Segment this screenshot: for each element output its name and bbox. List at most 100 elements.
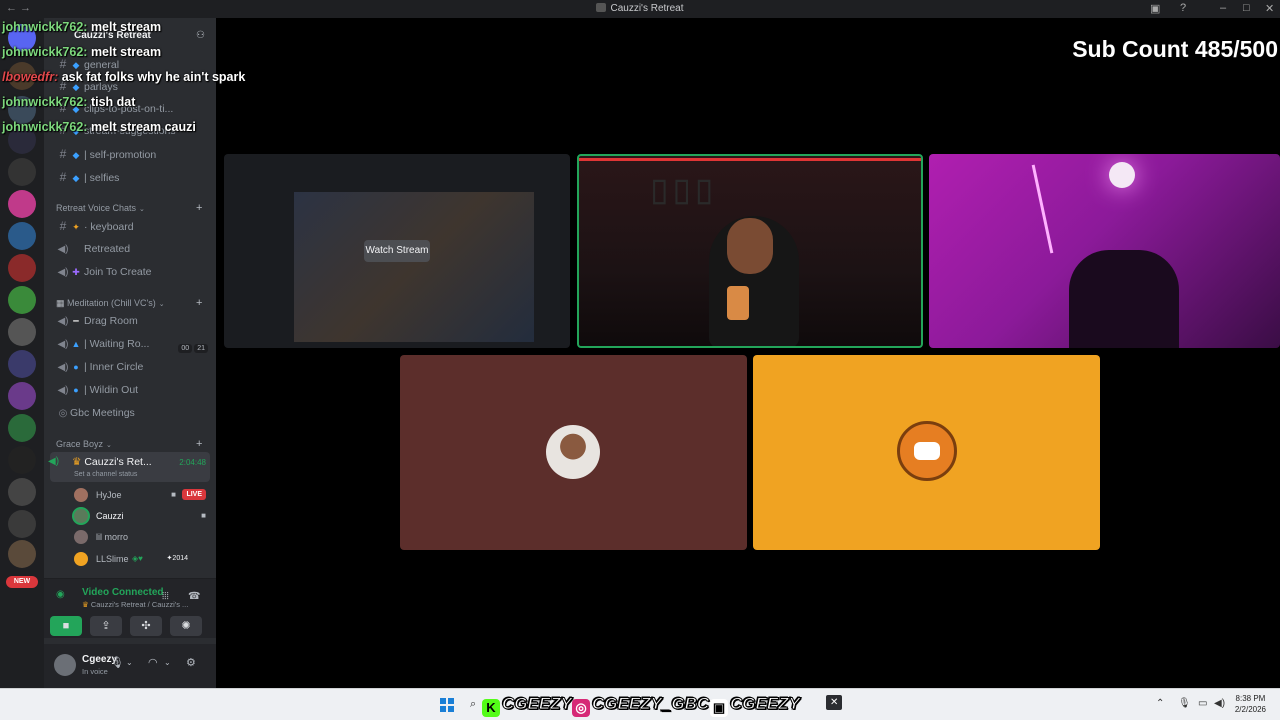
live-badge: LIVE [182, 489, 206, 500]
server-icon[interactable] [8, 478, 36, 506]
user-panel: Cgeezy In voice 🎙 ⌄ ◠ ⌄ ⚙ [44, 644, 216, 688]
display-icon[interactable]: ▭ [1198, 698, 1207, 709]
channel-self-promotion[interactable]: # ◆ | self-promotion [56, 144, 212, 164]
avatar [74, 509, 88, 523]
voice-channel-retreated[interactable]: ◀) Retreated [56, 239, 212, 259]
user-status: In voice [82, 667, 108, 676]
voice-member[interactable]: lil morro [74, 528, 210, 546]
stage-channel-gbc-meetings[interactable]: ◎ Gbc Meetings [56, 403, 212, 423]
voice-member[interactable]: LLSlime ◈♥ ✦2014 [74, 550, 210, 568]
windows-start-icon[interactable] [440, 698, 454, 712]
disconnect-icon[interactable]: ☎ [188, 591, 200, 602]
voice-channel-wildin-out[interactable]: ◀) ● | Wildin Out [56, 380, 212, 400]
chevron-down-icon[interactable]: ⌄ [126, 658, 133, 667]
active-voice-channel[interactable]: ◀) ♛ Cauzzi's Ret... 2:04:48 Set a chann… [48, 452, 210, 482]
maximize-icon[interactable]: □ [1243, 2, 1250, 14]
noise-suppression-icon[interactable]: ⦙⦙⦙ [162, 591, 169, 602]
emoji-icon: ✦ [72, 222, 80, 232]
add-channel-icon[interactable]: + [196, 438, 202, 450]
voice-channel-drag-room[interactable]: ◀) ━ Drag Room [56, 311, 212, 331]
avatar [74, 552, 88, 566]
search-icon[interactable]: ⌕ [470, 698, 476, 711]
plus-emoji-icon: ✚ [72, 267, 80, 277]
server-icon[interactable] [8, 382, 36, 410]
chat-line: johnwickk762: melt stream cauzi [2, 120, 196, 134]
server-icon[interactable] [8, 318, 36, 346]
camera-button[interactable]: ■ [50, 616, 82, 636]
soundboard-button[interactable]: ✺ [170, 616, 202, 636]
voice-location[interactable]: ♛ Cauzzi's Retreat / Cauzzi's ... [82, 600, 188, 609]
mic-icon[interactable]: 🎙 [110, 656, 124, 669]
minimize-icon[interactable]: – [1220, 2, 1226, 14]
led-strip [1031, 164, 1054, 254]
server-icon[interactable] [8, 222, 36, 250]
wall-decor: ⌷⌷⌷ [649, 174, 717, 212]
activities-button[interactable]: ✣ [130, 616, 162, 636]
inbox-icon[interactable]: ▣ [1150, 2, 1160, 15]
chat-line: johnwickk762: melt stream [2, 20, 162, 34]
volume-icon[interactable]: ◀) [1214, 698, 1225, 709]
system-clock[interactable]: 8:38 PM 2/2/2026 [1235, 693, 1266, 715]
emoji-icon: ◆ [72, 173, 80, 183]
discord-logo-icon [914, 442, 940, 460]
voice-channel-join-to-create[interactable]: ◀) ✚ Join To Create [56, 262, 212, 282]
add-channel-icon[interactable]: + [196, 202, 202, 214]
terminal-app-icon[interactable]: ✕ [826, 695, 843, 710]
kick-icon: K [482, 699, 500, 717]
add-member-icon[interactable]: ⚇ [196, 30, 205, 41]
crown-icon: ♛ [72, 456, 85, 468]
channel-status[interactable]: Set a channel status [74, 471, 137, 478]
server-icon[interactable] [8, 158, 36, 186]
voice-channel-inner-circle[interactable]: ◀) ● | Inner Circle [56, 357, 212, 377]
phone-in-hand [727, 286, 749, 320]
speaker-icon: ◀) [57, 339, 69, 350]
hash-icon: # [59, 219, 67, 233]
server-icon[interactable] [8, 254, 36, 282]
camera-tile-speaking[interactable]: ⌷⌷⌷ [577, 154, 923, 348]
avatar [74, 530, 88, 544]
category-retreat-voice[interactable]: Retreat Voice Chats ⌄ + [56, 202, 202, 214]
watch-stream-button[interactable]: Watch Stream [364, 240, 430, 262]
server-icon[interactable] [8, 414, 36, 442]
title-bar: ← → Cauzzi's Retreat ▣ ? – □ ✕ [0, 0, 1280, 18]
voice-member[interactable]: HyJoe ■ LIVE [74, 486, 210, 504]
mic-icon[interactable]: 🎙 [1178, 698, 1191, 709]
close-icon[interactable]: ✕ [1265, 2, 1274, 15]
avatar-tile[interactable] [400, 355, 747, 550]
avatar-tile[interactable] [753, 355, 1100, 550]
screen-share-button[interactable]: ⇪ [90, 616, 122, 636]
channel-keyboard[interactable]: # ✦ · keyboard [56, 216, 212, 236]
server-rail: NEW [0, 18, 44, 688]
person-video [1069, 250, 1179, 348]
server-icon[interactable] [8, 540, 36, 568]
stream-tile[interactable]: Watch Stream [224, 154, 570, 348]
member-tag: ✦2014 [166, 555, 188, 562]
stage-icon: ◎ [58, 408, 68, 419]
category-grace-boyz[interactable]: Grace Boyz ⌄ + [56, 438, 202, 450]
emoji-icon: ◆ [72, 150, 80, 160]
server-icon[interactable] [8, 350, 36, 378]
headphones-icon[interactable]: ◠ [148, 656, 158, 669]
camera-tile[interactable] [929, 154, 1280, 348]
add-channel-icon[interactable]: + [196, 297, 202, 309]
server-icon[interactable] [8, 446, 36, 474]
category-meditation[interactable]: ▦ Meditation (Chill VC's) ⌄ + [56, 297, 202, 309]
avatar[interactable] [54, 654, 76, 676]
avatar [546, 425, 600, 479]
channel-selfies[interactable]: # ◆ | selfies [56, 167, 212, 187]
avatar [74, 488, 88, 502]
server-icon[interactable] [8, 190, 36, 218]
server-icon[interactable] [8, 286, 36, 314]
chevron-down-icon[interactable]: ⌄ [164, 658, 171, 667]
signal-icon[interactable]: ◉ [56, 589, 65, 600]
badge-icon: ◈♥ [132, 554, 143, 563]
server-icon[interactable] [8, 510, 36, 538]
help-icon[interactable]: ? [1180, 2, 1186, 14]
voice-channel-waiting-room[interactable]: ◀) ▲ | Waiting Ro... 00 21 [56, 334, 212, 354]
chat-line: lbowedfr: ask fat folks why he ain't spa… [2, 70, 246, 84]
voice-member[interactable]: Cauzzi ■ [74, 507, 210, 525]
speaker-icon: ◀) [57, 385, 69, 396]
chevron-up-icon[interactable]: ⌃ [1156, 698, 1164, 709]
gear-icon[interactable]: ⚙ [186, 656, 196, 669]
emoji-icon: ● [73, 362, 79, 372]
